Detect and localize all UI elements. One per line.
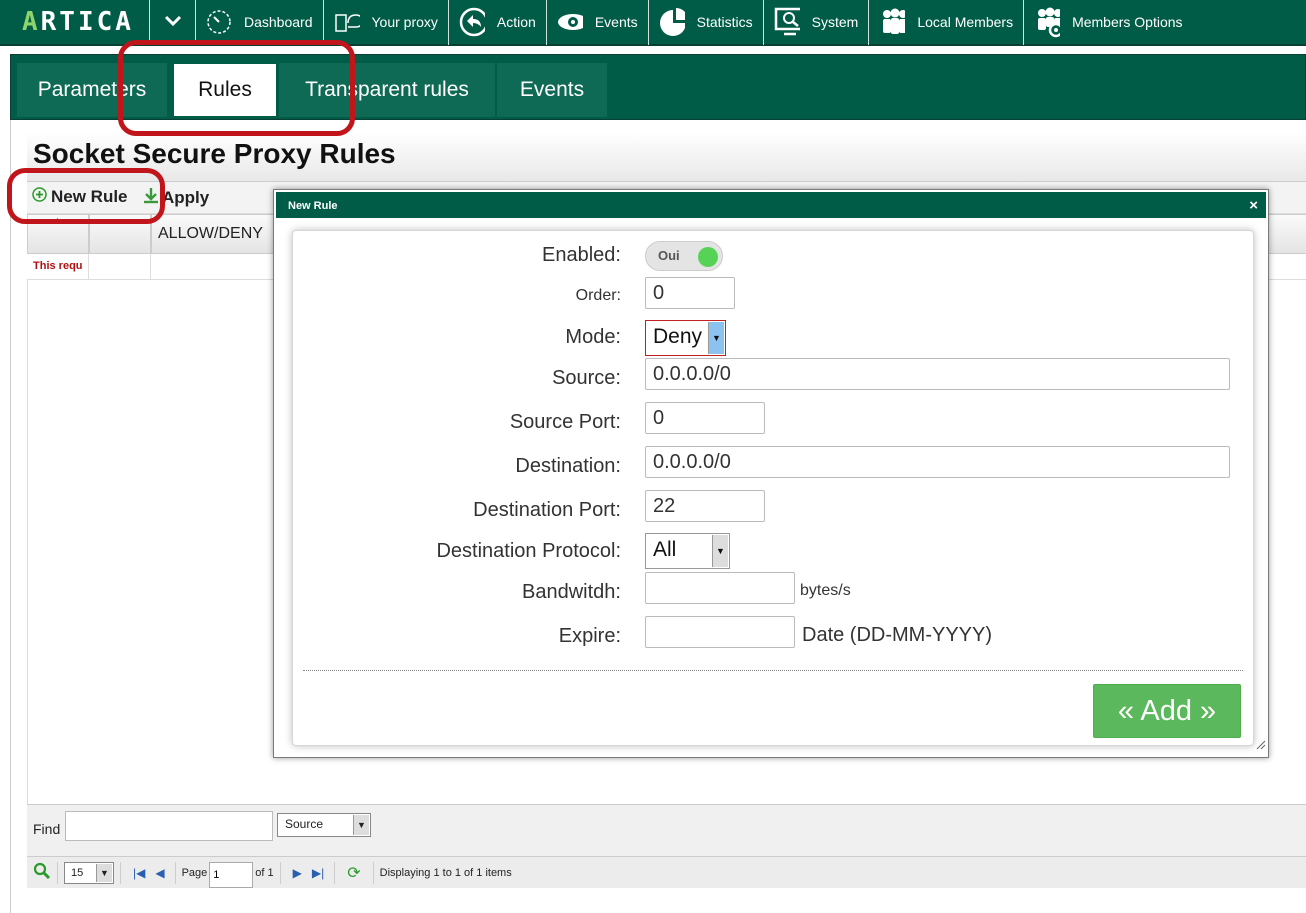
refresh-icon[interactable]: ⟳ <box>347 863 360 883</box>
form-divider <box>303 670 1243 671</box>
pager: 15 ▼ |◀ ◀ Page of 1 ▶ ▶| ⟳ Displaying 1 … <box>27 856 1306 888</box>
search-icon[interactable] <box>33 862 51 883</box>
expire-label: Expire: <box>558 625 621 647</box>
search-bar: Find Source ▼ <box>27 804 1306 856</box>
page-header: Socket Secure Proxy Rules <box>27 132 1306 182</box>
new-rule-dialog: New Rule × Enabled: Oui Order: 0 Mode: D… <box>273 189 1269 758</box>
system-icon <box>774 7 800 36</box>
nav-members-options[interactable]: Members Options <box>1024 0 1183 45</box>
find-field-value: Source <box>285 817 324 831</box>
chevron-down-icon: ▼ <box>712 535 728 567</box>
pager-divider <box>174 861 176 884</box>
bandwidth-input[interactable] <box>645 572 795 604</box>
find-input[interactable] <box>65 811 273 841</box>
nav-action[interactable]: Action <box>449 0 547 45</box>
grid-cell-text[interactable]: This requ <box>27 254 89 280</box>
per-page-value: 15 <box>71 866 84 879</box>
artica-logo[interactable]: A RTICA <box>0 0 150 45</box>
dialog-title: New Rule <box>288 200 338 212</box>
resize-handle-icon[interactable] <box>1256 737 1266 755</box>
first-page-icon[interactable]: |◀ <box>133 866 145 880</box>
source-port-label: Source Port: <box>509 411 621 433</box>
enabled-toggle[interactable]: Oui <box>645 241 723 271</box>
eye-icon <box>557 9 583 35</box>
nav-your-proxy[interactable]: Your proxy <box>324 0 449 45</box>
destination-input[interactable]: 0.0.0.0/0 <box>645 446 1230 478</box>
nav-statistics[interactable]: Statistics <box>649 0 764 45</box>
per-page-select[interactable]: 15 ▼ <box>64 861 114 884</box>
nav-system-label: System <box>811 14 859 30</box>
prev-page-icon[interactable]: ◀ <box>155 866 164 880</box>
chevron-down-icon: ▼ <box>96 863 112 882</box>
destination-label: Destination: <box>515 455 621 477</box>
rules-tab-highlight <box>118 40 355 136</box>
source-label: Source: <box>552 367 621 389</box>
enabled-label: Enabled: <box>542 244 621 266</box>
order-label: Order: <box>575 287 621 304</box>
nav-action-label: Action <box>496 14 536 30</box>
pie-chart-icon <box>659 8 685 36</box>
page-label: Page <box>181 866 208 879</box>
pager-divider <box>120 861 121 884</box>
source-port-input[interactable]: 0 <box>645 402 765 434</box>
pager-divider <box>334 861 336 884</box>
toggle-knob <box>698 247 718 267</box>
nav-dashboard[interactable]: Dashboard <box>196 0 324 45</box>
source-input[interactable]: 0.0.0.0/0 <box>645 358 1230 390</box>
tab-events[interactable]: Events <box>497 63 607 117</box>
destination-port-input[interactable]: 22 <box>645 490 765 522</box>
page-title: Socket Secure Proxy Rules <box>33 138 396 169</box>
nav-local-members-label: Local Members <box>917 14 1014 30</box>
nav-system[interactable]: System <box>764 0 870 45</box>
order-input[interactable]: 0 <box>645 277 735 309</box>
logo-rest: RTICA <box>40 7 134 37</box>
page-of-label: of 1 <box>255 866 274 879</box>
nav-dashboard-label: Dashboard <box>244 14 313 30</box>
chevron-down-icon: ▼ <box>353 815 369 835</box>
pager-status: Displaying 1 to 1 of 1 items <box>379 866 512 879</box>
expire-input[interactable] <box>645 616 795 648</box>
proxy-icon <box>334 9 360 35</box>
mode-label: Mode: <box>565 326 621 348</box>
find-label: Find <box>33 821 61 837</box>
apply-label: Apply <box>162 188 210 207</box>
close-icon[interactable]: × <box>1249 197 1258 214</box>
dialog-titlebar[interactable]: New Rule × <box>276 192 1266 218</box>
bandwidth-unit: bytes/s <box>800 582 851 599</box>
pager-divider <box>57 861 58 884</box>
enabled-toggle-text: Oui <box>658 248 680 263</box>
new-rule-highlight <box>7 168 165 224</box>
destination-port-label: Destination Port: <box>473 499 621 521</box>
next-page-icon[interactable]: ▶ <box>293 866 302 880</box>
destination-protocol-label: Destination Protocol: <box>436 540 621 562</box>
grid-cell-blank[interactable] <box>89 254 151 280</box>
destination-protocol-select[interactable]: All ▼ <box>645 533 730 569</box>
nav-your-proxy-label: Your proxy <box>371 14 438 30</box>
members-icon <box>879 8 906 35</box>
members-options-icon <box>1034 7 1061 38</box>
nav-events-label: Events <box>594 14 638 30</box>
menu-toggle-button[interactable] <box>150 0 196 45</box>
bandwidth-label: Bandwitdh: <box>522 581 621 603</box>
nav-members-options-label: Members Options <box>1072 14 1183 30</box>
expire-hint: Date (DD-MM-YYYY) <box>802 624 993 646</box>
last-page-icon[interactable]: ▶| <box>312 866 324 880</box>
nav-events[interactable]: Events <box>547 0 649 45</box>
dashboard-icon <box>206 9 232 35</box>
action-icon <box>459 7 485 37</box>
pager-divider <box>279 861 281 884</box>
destination-protocol-value: All <box>653 538 677 561</box>
rule-form: Enabled: Oui Order: 0 Mode: Deny ▼ Sourc… <box>292 230 1254 746</box>
chevron-down-icon <box>164 14 182 30</box>
add-button[interactable]: « Add » <box>1093 684 1241 738</box>
chevron-down-icon: ▼ <box>708 322 724 354</box>
logo-accent: A <box>22 7 41 37</box>
mode-select[interactable]: Deny ▼ <box>645 320 726 356</box>
page-input[interactable] <box>209 861 254 888</box>
mode-value: Deny <box>653 325 703 348</box>
nav-local-members[interactable]: Local Members <box>869 0 1025 45</box>
find-field-select[interactable]: Source ▼ <box>277 813 371 837</box>
pager-divider <box>372 861 374 884</box>
nav-statistics-label: Statistics <box>696 14 753 30</box>
